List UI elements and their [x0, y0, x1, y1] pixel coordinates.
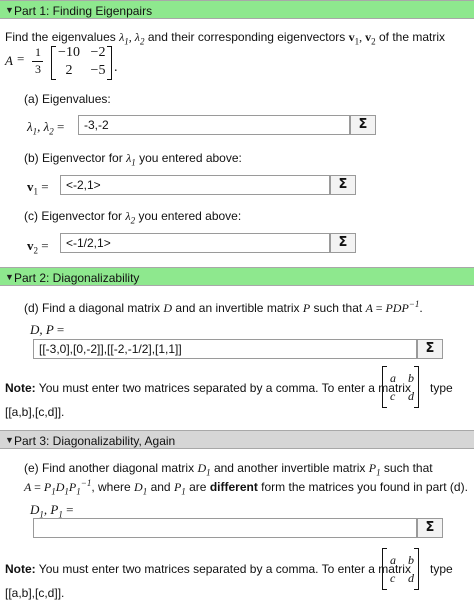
- matrix-right-bracket: [414, 548, 419, 590]
- note-format: [[a,b],[c,d]].: [5, 586, 65, 600]
- e-bold: different: [209, 480, 258, 494]
- intro-mid: and their corresponding eigenvectors: [147, 30, 346, 44]
- note-label: Note:: [5, 381, 36, 395]
- math-p: P: [302, 301, 311, 315]
- sigma-button[interactable]: Σ: [330, 233, 356, 253]
- math-eq: A = PDP−1: [365, 299, 420, 315]
- matrix-right-bracket: [414, 366, 419, 408]
- part1-header[interactable]: ▼ Part 1: Finding Eigenpairs: [0, 0, 474, 19]
- lambda-symbols: λ1, λ2: [119, 30, 145, 47]
- math-p1: P1: [368, 461, 381, 478]
- d1p1-label: D1, P1 =: [30, 502, 74, 520]
- dp-input[interactable]: [[-3,0],[0,-2]],[[-2,-1/2],[1,1]]: [33, 339, 417, 359]
- math-d: D: [163, 301, 173, 315]
- intro-end: of the matrix: [379, 30, 446, 44]
- sigma-button[interactable]: Σ: [417, 518, 443, 538]
- sigma-button[interactable]: Σ: [417, 339, 443, 359]
- lambda2-symbol: λ2: [125, 209, 136, 226]
- eigenvalues-input[interactable]: -3,-2: [78, 115, 350, 135]
- b-label-text: (b) Eigenvector for: [24, 151, 123, 165]
- e-text-c: such that: [383, 461, 433, 475]
- math-d1: D1: [197, 461, 211, 478]
- d-prompt: (d) Find a diagonal matrix D and an inve…: [24, 299, 423, 315]
- triangle-down-icon: ▼: [5, 5, 14, 15]
- matrix-a-label: A: [5, 53, 13, 68]
- mi-c: c: [390, 571, 396, 585]
- part3-title: Part 3: Diagonalizability, Again: [14, 434, 176, 448]
- mi-c: c: [390, 389, 396, 403]
- scalar-denominator: 3: [35, 62, 41, 76]
- lambda-label: λ1, λ2 =: [27, 119, 65, 137]
- d1p1-input[interactable]: [33, 518, 417, 538]
- e-text-f: are: [189, 480, 207, 494]
- b-label: (b) Eigenvector for λ1 you entered above…: [24, 151, 242, 167]
- part2-header[interactable]: ▼ Part 2: Diagonalizability: [0, 267, 474, 286]
- part1-title: Part 1: Finding Eigenpairs: [14, 4, 153, 18]
- note-format: [[a,b],[c,d]].: [5, 405, 65, 419]
- intro-text: Find the eigenvalues: [5, 30, 116, 44]
- sigma-button[interactable]: Σ: [330, 175, 356, 195]
- math-d1b: D1: [134, 480, 148, 497]
- v1-label: v1 =: [27, 179, 49, 197]
- note-type: type: [430, 381, 453, 395]
- matrix-cell: 2: [65, 63, 73, 78]
- note-text: Note: You must enter two matrices separa…: [5, 381, 411, 395]
- math-eq2: A = P1D1P1−1: [24, 478, 92, 497]
- lambda1-symbol: λ1: [126, 151, 136, 168]
- matrix-right-bracket: [107, 46, 112, 80]
- e-prompt-line2: A = P1D1P1−1, where D1 and P1 are differ…: [24, 478, 468, 496]
- e-text-g: form the matrices you found in part (d).: [261, 480, 468, 494]
- c-label: (c) Eigenvector for λ2 you entered above…: [24, 209, 241, 225]
- period: .: [114, 60, 118, 75]
- triangle-down-icon: ▼: [5, 272, 14, 282]
- part1-intro: Find the eigenvalues λ1, λ2 and their co…: [5, 30, 446, 47]
- note-body: You must enter two matrices separated by…: [38, 381, 411, 395]
- note-type: type: [430, 562, 453, 576]
- c-label-text: (c) Eigenvector for: [24, 209, 123, 223]
- v2-input[interactable]: <-1/2,1>: [60, 233, 330, 253]
- d-text-c: such that: [313, 301, 363, 315]
- note-body: You must enter two matrices separated by…: [38, 562, 411, 576]
- part3-header[interactable]: ▼ Part 3: Diagonalizability, Again: [0, 430, 474, 449]
- scalar-numerator: 1: [35, 45, 41, 59]
- e-text-a: (e) Find another diagonal matrix: [24, 461, 195, 475]
- part2-title: Part 2: Diagonalizability: [14, 271, 140, 285]
- note-text: Note: You must enter two matrices separa…: [5, 562, 411, 576]
- c-label-end: you entered above:: [138, 209, 242, 223]
- d-text-b: and an invertible matrix: [175, 301, 300, 315]
- matrix-left-bracket: [382, 548, 387, 590]
- e-text-b: and another invertible matrix: [213, 461, 366, 475]
- sigma-button[interactable]: Σ: [350, 115, 376, 135]
- mi-a: a: [390, 371, 396, 385]
- note-label: Note:: [5, 562, 36, 576]
- mi-a: a: [390, 553, 396, 567]
- equals-sign: =: [17, 51, 25, 66]
- matrix-left-bracket: [382, 366, 387, 408]
- d-text-a: (d) Find a diagonal matrix: [24, 301, 161, 315]
- b-label-end: you entered above:: [139, 151, 242, 165]
- e-text-d: , where: [91, 480, 131, 494]
- triangle-down-icon: ▼: [5, 435, 14, 445]
- eigenvalues-label: (a) Eigenvalues:: [24, 92, 111, 106]
- v2-label: v2 =: [27, 238, 49, 256]
- math-p1b: P1: [173, 480, 186, 497]
- dp-label: D, P =: [30, 322, 65, 337]
- v1-input[interactable]: <-2,1>: [60, 175, 330, 195]
- e-text-e: and: [150, 480, 171, 494]
- e-prompt-line1: (e) Find another diagonal matrix D1 and …: [24, 461, 433, 477]
- matrix-cell: −10: [58, 45, 80, 60]
